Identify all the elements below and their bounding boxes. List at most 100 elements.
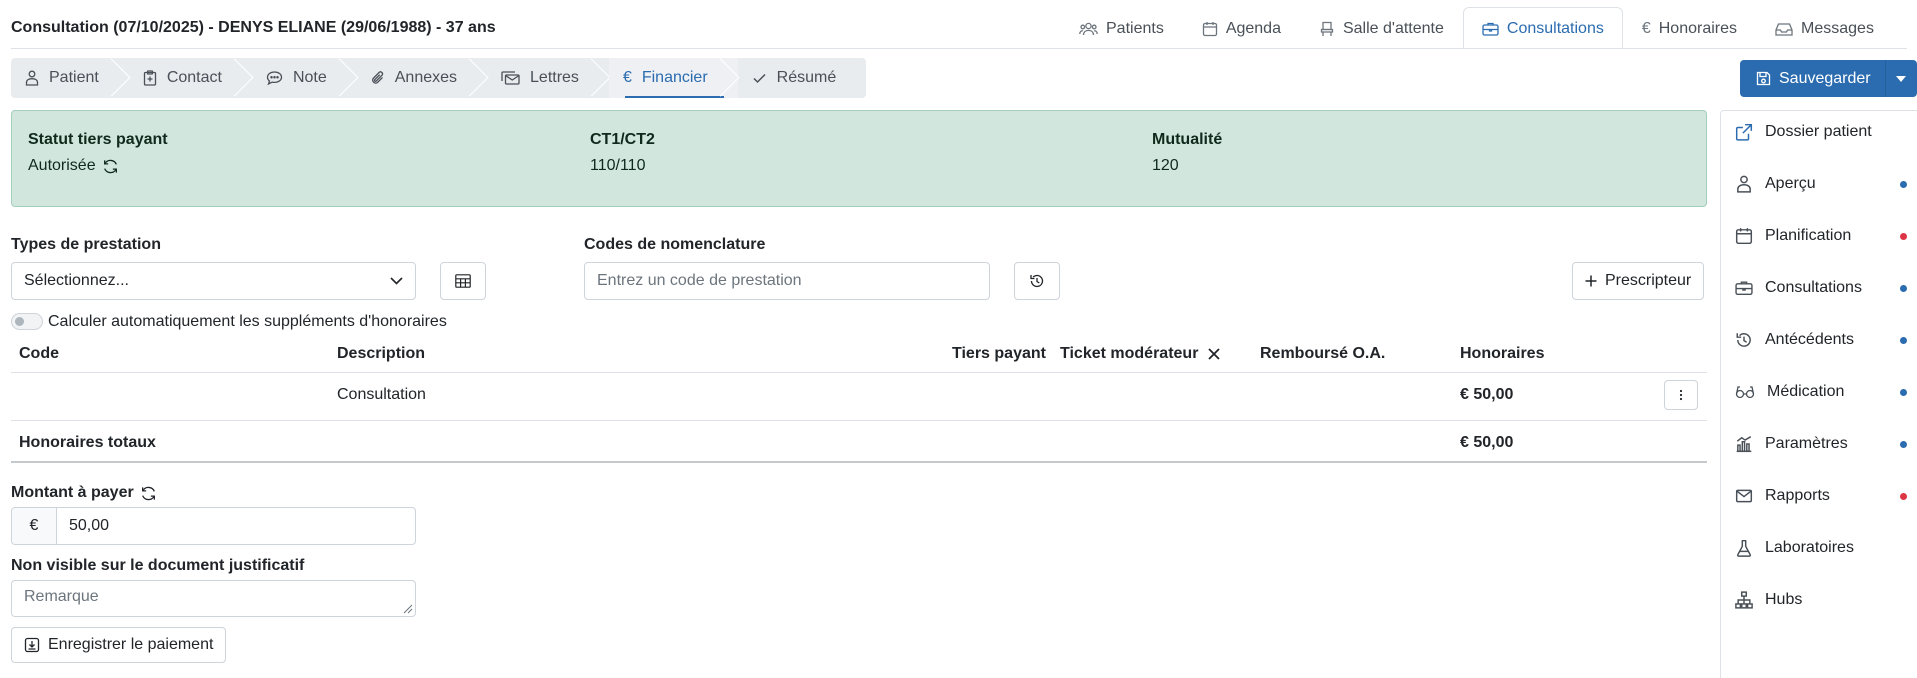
status-dot [1900,336,1907,344]
step-financier[interactable]: € Financier [608,58,738,98]
tab-patients[interactable]: Patients [1060,7,1183,49]
remarque-textarea[interactable]: Remarque [11,580,416,617]
column-header-rembourse: Remboursé O.A. [1260,345,1386,362]
tab-salle-attente[interactable]: Salle d'attente [1300,7,1463,49]
status-dot [1900,388,1907,396]
person-icon [25,70,39,86]
codes-nomenclature-label: Codes de nomenclature [584,236,766,253]
save-button-label: Sauvegarder [1779,69,1871,87]
sidebar-item-parametres[interactable]: Paramètres [1735,435,1917,453]
calendar-icon [1735,227,1753,245]
check-icon [752,70,767,86]
sidebar-item-label: Antécédents [1765,331,1854,348]
table-view-button[interactable] [440,262,486,300]
remarque-label: Non visible sur le document justificatif [11,557,305,574]
tab-honoraires[interactable]: € Honoraires [1623,7,1756,49]
step-annexes[interactable]: Annexes [357,58,487,98]
tab-consultations-label: Consultations [1506,19,1604,37]
step-patient-label: Patient [49,69,99,86]
sidebar-item-label: Laboratoires [1765,539,1854,556]
calendar-icon [1202,21,1218,37]
tab-messages-label: Messages [1801,19,1874,37]
column-header-description: Description [337,345,426,362]
status-dot [1900,284,1907,292]
column-header-ticket: Ticket modérateur [1060,345,1221,363]
step-patient[interactable]: Patient [11,58,129,98]
right-sidebar: Dossier patient Aperçu Planification Con… [1720,110,1917,678]
sidebar-item-laboratoires[interactable]: Laboratoires [1735,539,1917,557]
types-prestation-select[interactable]: Sélectionnez... [11,262,416,300]
status-tiers-payant: Statut tiers payant Autorisée [28,131,168,175]
close-icon[interactable] [1208,348,1221,360]
sidebar-item-label: Consultations [1765,279,1862,296]
tab-agenda[interactable]: Agenda [1183,7,1300,49]
tab-agenda-label: Agenda [1225,19,1281,37]
tab-consultations[interactable]: Consultations [1462,7,1623,49]
envelopes-icon [501,70,520,86]
sidebar-item-apercu[interactable]: Aperçu [1735,175,1917,193]
row-actions-button[interactable] [1664,380,1698,410]
tab-honoraires-label: Honoraires [1658,19,1738,37]
enregistrer-paiement-label: Enregistrer le paiement [48,636,214,653]
refresh-icon[interactable] [140,485,157,502]
save-button-group: Sauvegarder [1740,60,1917,97]
column-header-ticket-label: Ticket modérateur [1060,345,1199,362]
save-dropdown-toggle[interactable] [1884,60,1917,97]
step-financier-label: Financier [641,69,708,86]
chart-icon [1735,435,1753,453]
sidebar-item-planification[interactable]: Planification [1735,227,1917,245]
chat-icon [266,70,283,86]
status-mutualite-label: Mutualité [1152,131,1223,148]
status-tiers-value: Autorisée [28,157,96,174]
step-lettres-label: Lettres [530,69,579,86]
briefcase-icon [1482,21,1499,37]
paperclip-icon [371,70,385,86]
euro-icon: € [1641,19,1651,37]
floppy-disk-icon [1756,71,1771,86]
status-dot [1900,180,1907,188]
column-header-tiers-payant: Tiers payant [952,345,1046,362]
step-contact-label: Contact [166,69,222,86]
sidebar-item-consultations[interactable]: Consultations [1735,279,1917,297]
table-footer-divider [11,461,1707,463]
sidebar-item-label: Paramètres [1765,435,1848,452]
sidebar-item-label: Dossier patient [1765,123,1872,140]
wizard-steps: Patient Contact Note Annexes Lettres € F… [11,58,867,98]
external-link-icon [1735,123,1753,141]
step-contact[interactable]: Contact [129,58,252,98]
step-note-label: Note [292,69,327,86]
sidebar-item-medication[interactable]: Médication [1735,383,1917,401]
top-nav: Patients Agenda Salle d'attente Consulta… [1060,7,1893,49]
add-prescripteur-button[interactable]: Prescripteur [1572,262,1705,300]
refresh-icon[interactable] [102,158,119,175]
sidebar-item-antecedents[interactable]: Antécédents [1735,331,1917,349]
history-button[interactable] [1014,262,1060,300]
status-dot [1900,492,1907,500]
sidebar-item-rapports[interactable]: Rapports [1735,487,1917,505]
codes-nomenclature-input[interactable]: Entrez un code de prestation [584,262,990,300]
clipboard-icon [143,70,157,86]
tab-patients-label: Patients [1106,19,1164,37]
step-note[interactable]: Note [252,58,357,98]
save-button[interactable]: Sauvegarder [1740,60,1885,97]
enregistrer-paiement-button[interactable]: Enregistrer le paiement [11,627,227,663]
step-resume[interactable]: Résumé [738,58,867,98]
chair-icon [1319,21,1335,37]
tab-messages[interactable]: Messages [1756,7,1893,49]
sidebar-item-label: Aperçu [1765,175,1816,192]
currency-prefix: € [12,508,57,544]
more-vertical-icon [1679,389,1683,401]
sidebar-item-hubs[interactable]: Hubs [1735,591,1917,609]
montant-input[interactable]: 50,00 [57,508,109,544]
sidebar-item-dossier-patient[interactable]: Dossier patient [1735,123,1917,141]
codes-nomenclature-placeholder: Entrez un code de prestation [597,272,802,289]
active-step-underline [624,96,724,98]
page-title: Consultation (07/10/2025) - DENYS ELIANE… [11,19,496,36]
glasses-icon [1735,383,1755,401]
tab-salle-attente-label: Salle d'attente [1342,19,1444,37]
step-lettres[interactable]: Lettres [487,58,609,98]
resize-handle-icon[interactable] [403,604,413,614]
status-mutualite: Mutualité 120 [1152,131,1222,175]
auto-calc-toggle[interactable] [11,313,43,330]
types-prestation-value: Sélectionnez... [24,272,129,289]
